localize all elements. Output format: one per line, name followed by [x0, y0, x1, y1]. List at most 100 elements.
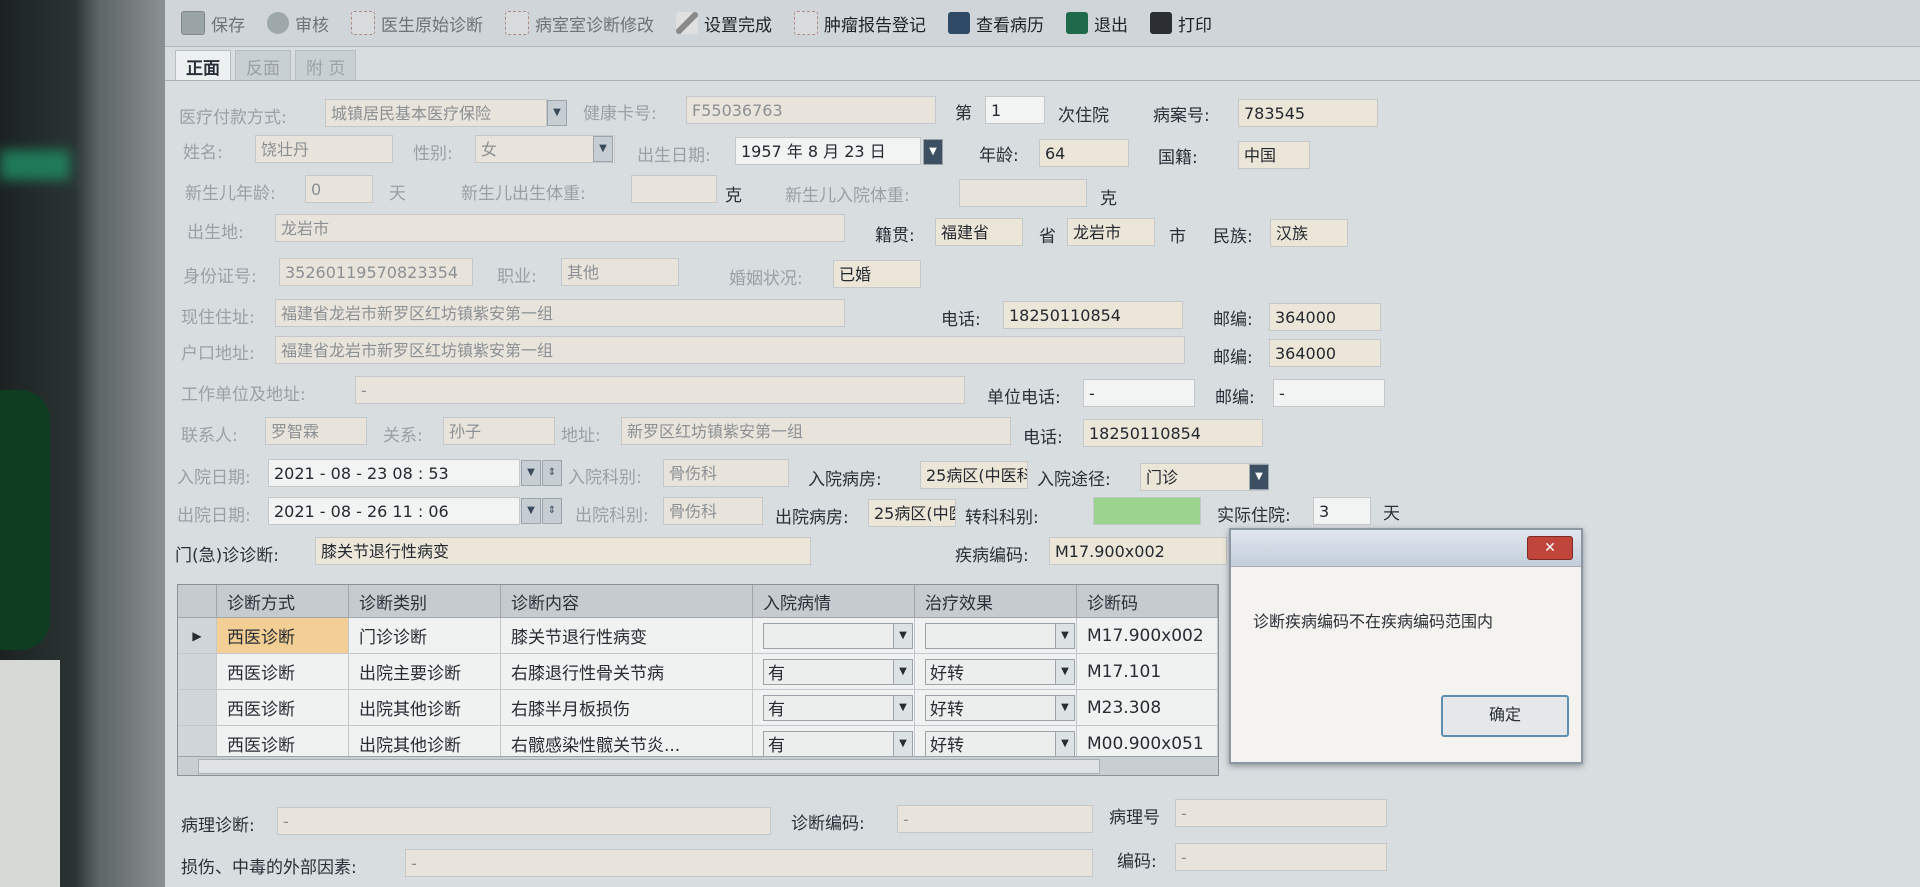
admission-count-field[interactable]: 1: [985, 96, 1045, 124]
condition-select[interactable]: 有 ▼: [763, 694, 913, 721]
diagnosis-content-cell[interactable]: 膝关节退行性病变: [500, 617, 753, 654]
in-route-dropdown-icon[interactable]: ▼: [1249, 464, 1269, 490]
condition-cell[interactable]: 有 ▼: [752, 653, 915, 690]
payment-select[interactable]: 城镇居民基本医疗保险: [325, 99, 547, 127]
transfer-field[interactable]: [1093, 497, 1201, 525]
dropdown-arrow-icon[interactable]: ▼: [1055, 659, 1074, 684]
phone-field[interactable]: 18250110854: [1003, 301, 1183, 329]
review-button[interactable]: 审核: [261, 6, 335, 40]
out-date-spinner-icon[interactable]: ⇕: [542, 498, 562, 524]
diagnosis-method-cell[interactable]: 西医诊断: [216, 689, 349, 726]
stay-field[interactable]: 3: [1313, 497, 1371, 525]
payment-dropdown-icon[interactable]: ▼: [547, 100, 567, 126]
column-header[interactable]: 入院病情: [752, 585, 915, 618]
native-province-field[interactable]: 福建省: [935, 218, 1023, 246]
diagnosis-code-cell[interactable]: M17.900x002: [1076, 617, 1218, 654]
pathology-diagnosis-field[interactable]: -: [277, 807, 771, 835]
diagnosis-category-cell[interactable]: 门诊诊断: [348, 617, 501, 654]
hukou-zip-field[interactable]: 364000: [1269, 339, 1381, 367]
effect-cell[interactable]: ▼: [914, 617, 1077, 654]
out-date-field[interactable]: 2021 - 08 - 26 11 : 06: [268, 497, 520, 525]
dropdown-arrow-icon[interactable]: ▼: [893, 695, 912, 720]
injury-code-field[interactable]: -: [1175, 843, 1387, 871]
in-date-spinner-icon[interactable]: ⇕: [542, 460, 562, 486]
exit-button[interactable]: 退出: [1060, 6, 1134, 40]
effect-select[interactable]: ▼: [925, 622, 1075, 649]
condition-select[interactable]: 有 ▼: [763, 730, 913, 757]
zip-field[interactable]: 364000: [1269, 303, 1381, 331]
in-dept-field[interactable]: 骨伤科: [663, 459, 789, 487]
occupation-field[interactable]: 其他: [561, 258, 679, 286]
print-button[interactable]: 打印: [1144, 6, 1218, 40]
health-card-field[interactable]: F55036763: [686, 96, 936, 124]
out-ward-field[interactable]: 25病区(中医: [868, 499, 956, 527]
diagnosis-content-cell[interactable]: 右膝半月板损伤: [500, 689, 753, 726]
close-icon[interactable]: ✕: [1527, 536, 1573, 560]
contact-phone-field[interactable]: 18250110854: [1083, 419, 1263, 447]
pathology-number-field[interactable]: -: [1175, 799, 1387, 827]
out-dept-field[interactable]: 骨伤科: [663, 497, 763, 525]
condition-select[interactable]: 有 ▼: [763, 658, 913, 685]
ok-button[interactable]: 确定: [1441, 695, 1569, 737]
column-header[interactable]: 诊断码: [1076, 585, 1218, 618]
settings-done-button[interactable]: 设置完成: [670, 6, 778, 40]
in-ward-field[interactable]: 25病区(中医科: [920, 461, 1028, 489]
id-number-field[interactable]: 35260119570823354: [279, 258, 473, 286]
condition-cell[interactable]: ▼: [752, 617, 915, 654]
ethnic-field[interactable]: 汉族: [1270, 219, 1348, 247]
scrollbar-thumb[interactable]: [198, 759, 1100, 774]
tab-back[interactable]: 反面: [235, 50, 291, 80]
diagnosis-category-cell[interactable]: 出院其他诊断: [348, 689, 501, 726]
doctor-diagnosis-button[interactable]: 医生原始诊断: [345, 6, 489, 40]
effect-select[interactable]: 好转 ▼: [925, 658, 1075, 685]
op-diagnosis-field[interactable]: 膝关节退行性病变: [315, 537, 811, 565]
tumor-report-button[interactable]: 肿瘤报告登记: [788, 6, 932, 40]
diagnosis-category-cell[interactable]: 出院主要诊断: [348, 653, 501, 690]
birth-date-field[interactable]: 1957 年 8 月 23 日: [735, 137, 921, 165]
column-header[interactable]: 诊断内容: [500, 585, 753, 618]
disease-code-field[interactable]: M17.900x002: [1049, 537, 1227, 565]
work-phone-field[interactable]: -: [1083, 379, 1195, 407]
dropdown-arrow-icon[interactable]: ▼: [893, 623, 912, 648]
table-row[interactable]: ▶ 西医诊断 门诊诊断 膝关节退行性病变 ▼ ▼ M17.900x002: [178, 617, 1218, 654]
contact-field[interactable]: 罗智霖: [265, 417, 367, 445]
dropdown-arrow-icon[interactable]: ▼: [893, 731, 912, 756]
dropdown-arrow-icon[interactable]: ▼: [1055, 731, 1074, 756]
ward-diagnosis-edit-button[interactable]: 病室室诊断修改: [499, 6, 660, 40]
native-city-field[interactable]: 龙岩市: [1067, 218, 1155, 246]
column-header[interactable]: 诊断类别: [348, 585, 501, 618]
table-row[interactable]: 西医诊断 出院主要诊断 右膝退行性骨关节病 有 ▼ 好转 ▼ M17.101: [178, 653, 1218, 690]
out-date-dropdown-icon[interactable]: ▼: [521, 498, 541, 524]
newborn-age-field[interactable]: 0: [305, 175, 373, 203]
view-record-button[interactable]: 查看病历: [942, 6, 1050, 40]
diagnosis-method-cell[interactable]: 西医诊断: [216, 653, 349, 690]
condition-cell[interactable]: 有 ▼: [752, 689, 915, 726]
dropdown-arrow-icon[interactable]: ▼: [1055, 695, 1074, 720]
effect-cell[interactable]: 好转 ▼: [914, 653, 1077, 690]
in-date-dropdown-icon[interactable]: ▼: [521, 460, 541, 486]
newborn-weight-field[interactable]: [631, 175, 717, 203]
newborn-in-weight-field[interactable]: [959, 179, 1087, 207]
calendar-dropdown-icon[interactable]: ▼: [923, 139, 943, 165]
sex-dropdown-icon[interactable]: ▼: [593, 136, 613, 162]
effect-select[interactable]: 好转 ▼: [925, 730, 1075, 757]
age-field[interactable]: 64: [1039, 139, 1129, 167]
diagnosis-code-cell[interactable]: M23.308: [1076, 689, 1218, 726]
diagnosis-code-cell[interactable]: M17.101: [1076, 653, 1218, 690]
dropdown-arrow-icon[interactable]: ▼: [1055, 623, 1074, 648]
work-zip-field[interactable]: -: [1273, 379, 1385, 407]
case-no-field[interactable]: 783545: [1238, 99, 1378, 127]
tab-attachment[interactable]: 附 页: [295, 50, 357, 80]
effect-cell[interactable]: 好转 ▼: [914, 689, 1077, 726]
condition-select[interactable]: ▼: [763, 622, 913, 649]
column-header[interactable]: 诊断方式: [216, 585, 349, 618]
in-date-field[interactable]: 2021 - 08 - 23 08 : 53: [268, 459, 520, 487]
effect-select[interactable]: 好转 ▼: [925, 694, 1075, 721]
injury-cause-field[interactable]: -: [405, 849, 1093, 877]
marriage-field[interactable]: 已婚: [833, 260, 921, 288]
hukou-field[interactable]: 福建省龙岩市新罗区红坊镇紫安第一组: [275, 336, 1185, 364]
address-field[interactable]: 福建省龙岩市新罗区红坊镇紫安第一组: [275, 299, 845, 327]
contact-address-field[interactable]: 新罗区红坊镇紫安第一组: [621, 417, 1011, 445]
horizontal-scrollbar[interactable]: [178, 756, 1218, 775]
save-button[interactable]: 保存: [175, 6, 251, 40]
